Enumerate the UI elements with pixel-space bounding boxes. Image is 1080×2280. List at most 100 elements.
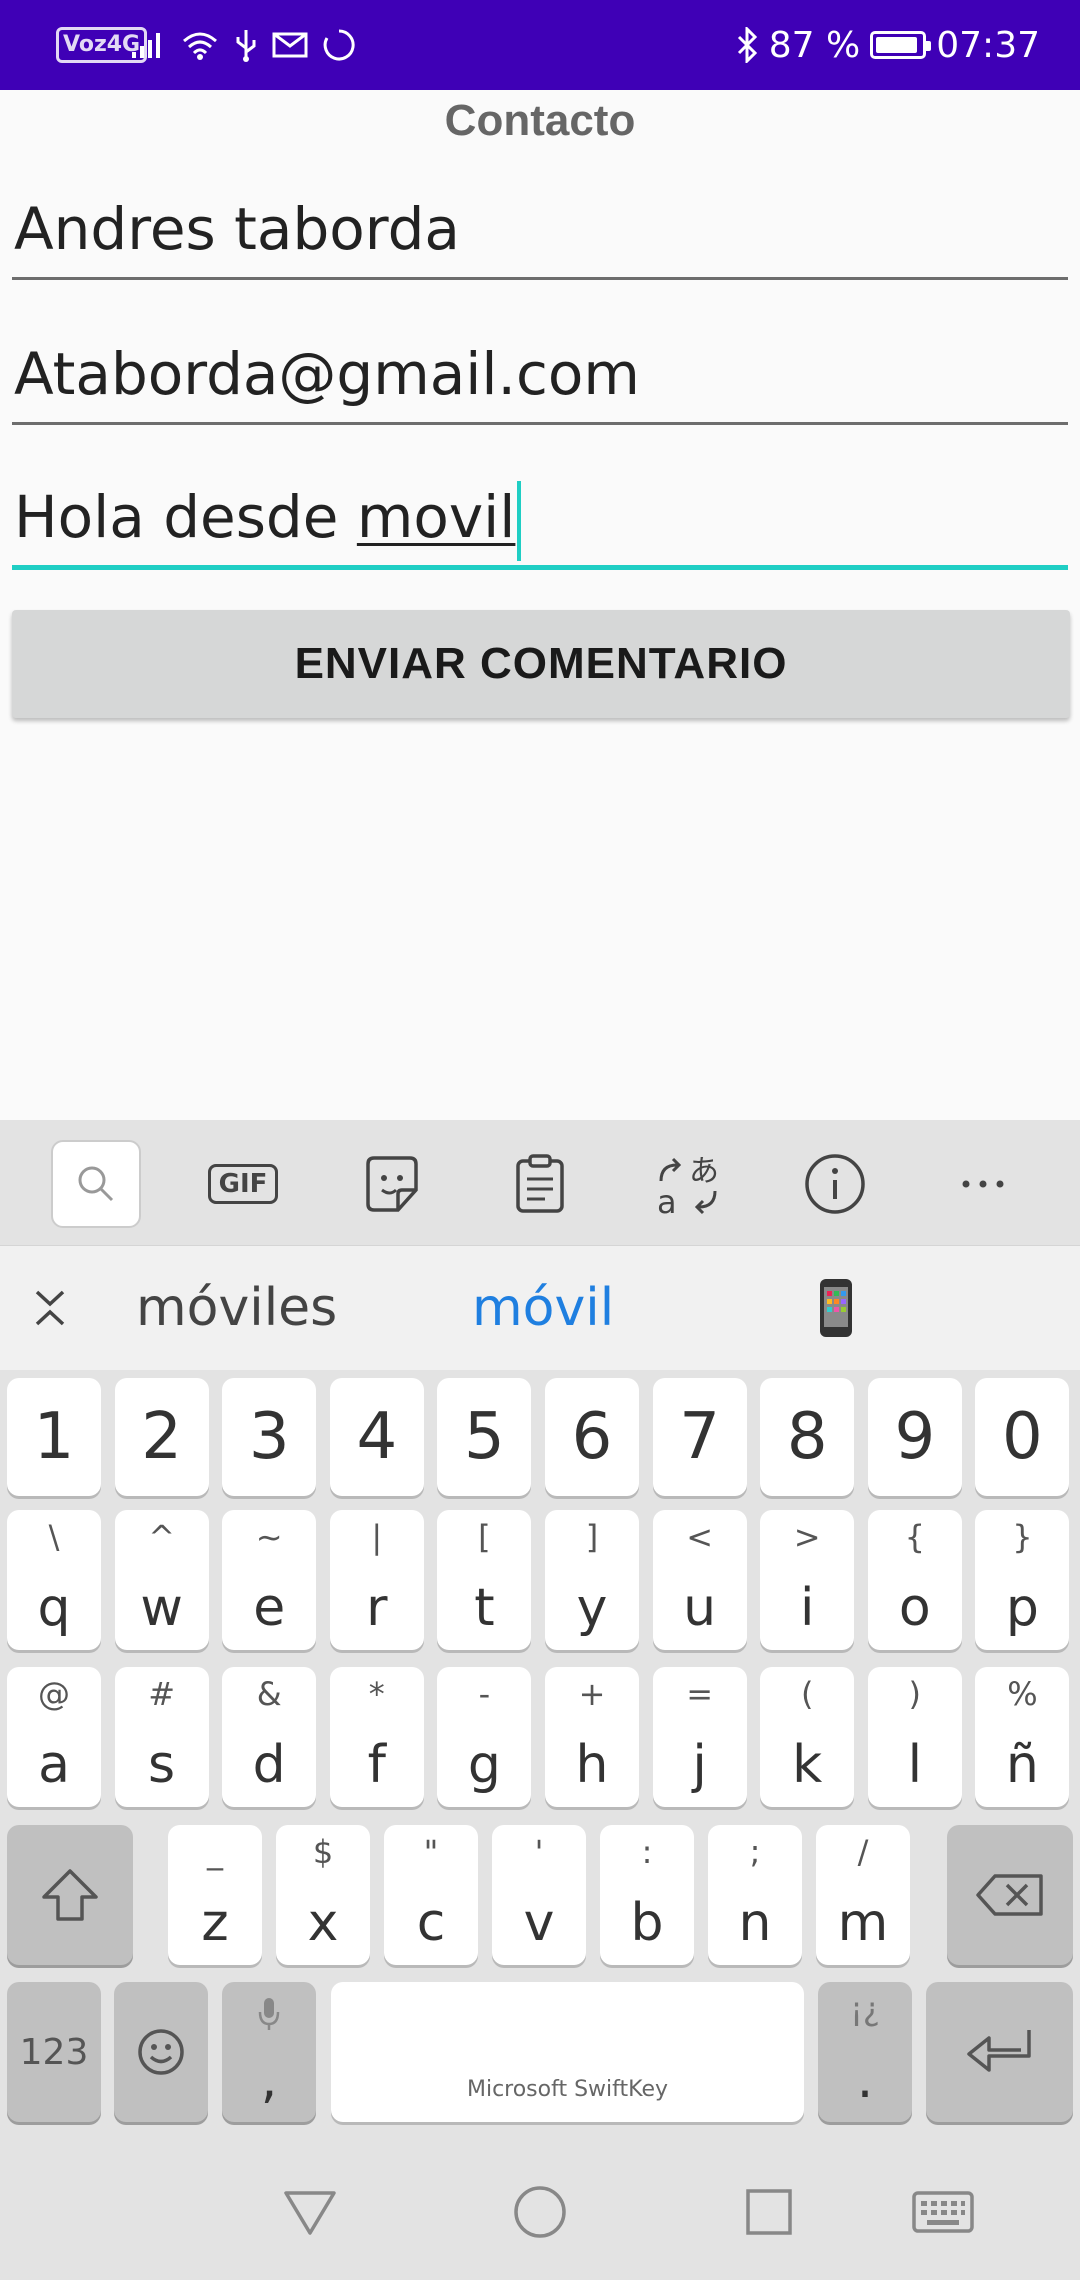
home-icon[interactable] xyxy=(500,2177,580,2247)
suggestion-item-primary[interactable]: móvil xyxy=(472,1246,614,1370)
key-z[interactable]: _ z xyxy=(168,1825,262,1965)
info-icon[interactable] xyxy=(790,1140,880,1228)
key-j[interactable]: = j xyxy=(652,1667,747,1807)
key-label: r xyxy=(366,1578,388,1638)
name-field[interactable]: Andres taborda xyxy=(12,170,1068,280)
suggestion-item[interactable]: móviles xyxy=(136,1246,337,1370)
key-6[interactable]: 6 xyxy=(545,1378,639,1496)
key-u[interactable]: < u xyxy=(652,1510,747,1650)
keyboard-switch-icon[interactable] xyxy=(903,2177,983,2247)
key-label: a xyxy=(38,1735,70,1795)
comma-key[interactable]: , xyxy=(222,1982,316,2122)
clipboard-icon[interactable] xyxy=(495,1140,585,1228)
key-p[interactable]: } p xyxy=(975,1510,1070,1650)
key-t[interactable]: [t xyxy=(437,1510,532,1650)
key-l[interactable]: ) l xyxy=(867,1667,962,1807)
suggestion-emoji[interactable] xyxy=(818,1246,854,1370)
sticker-icon[interactable] xyxy=(347,1140,437,1228)
key-label: 5 xyxy=(464,1400,505,1474)
key-secondary-label: ) xyxy=(908,1675,922,1713)
key-label: 1 xyxy=(33,1400,75,1474)
key-secondary-label: _ xyxy=(207,1833,223,1871)
numbers-key-label: 123 xyxy=(19,2031,89,2073)
key-7[interactable]: 7 xyxy=(652,1378,747,1496)
key-secondary-label: @ xyxy=(38,1675,70,1713)
more-icon[interactable] xyxy=(938,1140,1028,1228)
key-x[interactable]: $ x xyxy=(276,1825,370,1965)
key-c[interactable]: " c xyxy=(384,1825,478,1965)
email-field[interactable]: Ataborda@gmail.com xyxy=(12,315,1068,425)
key-5[interactable]: 5 xyxy=(437,1378,532,1496)
key-secondary-label: / xyxy=(857,1833,869,1871)
translate-icon[interactable]: あa xyxy=(643,1140,733,1228)
key-secondary-label: = xyxy=(686,1675,713,1713)
key-m[interactable]: / m xyxy=(816,1825,910,1965)
key-o[interactable]: {o xyxy=(867,1510,962,1650)
status-bar: Voz4G 87 % 07:37 xyxy=(0,0,1080,90)
period-key[interactable]: ¡¿ . xyxy=(818,1982,912,2122)
clock: 07:37 xyxy=(936,24,1040,66)
key-q[interactable]: \ q xyxy=(7,1510,101,1650)
key-i[interactable]: > i xyxy=(760,1510,855,1650)
gif-icon[interactable]: GIF xyxy=(198,1140,288,1228)
period-key-label: . xyxy=(856,2050,874,2110)
key-2[interactable]: 2 xyxy=(114,1378,209,1496)
key-a[interactable]: @ a xyxy=(7,1667,101,1807)
key-e[interactable]: ~ e xyxy=(222,1510,317,1650)
key-0[interactable]: 0 xyxy=(975,1378,1070,1496)
collapse-suggestions-icon[interactable] xyxy=(24,1246,76,1370)
key-h[interactable]: + h xyxy=(545,1667,639,1807)
key-secondary-label: ^ xyxy=(148,1518,175,1556)
gif-label: GIF xyxy=(207,1164,279,1204)
key-9[interactable]: 9 xyxy=(867,1378,962,1496)
recents-icon[interactable] xyxy=(729,2177,809,2247)
key-label: 9 xyxy=(894,1400,936,1474)
key-label: d xyxy=(252,1735,286,1795)
send-comment-button[interactable]: ENVIAR COMENTARIO xyxy=(12,610,1070,718)
key-3[interactable]: 3 xyxy=(222,1378,317,1496)
key-label: i xyxy=(799,1578,815,1638)
key-g[interactable]: -g xyxy=(437,1667,532,1807)
key-label: m xyxy=(837,1893,889,1953)
key-label: 3 xyxy=(248,1400,290,1474)
key-y[interactable]: ] y xyxy=(545,1510,639,1650)
key-r[interactable]: | r xyxy=(329,1510,424,1650)
mail-icon xyxy=(272,32,308,58)
key-v[interactable]: ' v xyxy=(492,1825,586,1965)
shift-key[interactable] xyxy=(7,1825,133,1965)
key-ñ[interactable]: % ñ xyxy=(975,1667,1070,1807)
key-4[interactable]: 4 xyxy=(329,1378,424,1496)
key-8[interactable]: 8 xyxy=(760,1378,855,1496)
status-right: 87 % 07:37 xyxy=(735,0,1040,90)
key-k[interactable]: (k xyxy=(760,1667,855,1807)
key-f[interactable]: * f xyxy=(329,1667,424,1807)
key-label: j xyxy=(692,1735,707,1795)
key-label: h xyxy=(575,1735,609,1795)
key-d[interactable]: & d xyxy=(222,1667,317,1807)
back-icon[interactable] xyxy=(270,2177,350,2247)
name-field-value: Andres taborda xyxy=(14,195,460,263)
key-secondary-label: % xyxy=(1007,1675,1038,1713)
key-secondary-label: < xyxy=(686,1518,713,1556)
space-key-label: Microsoft SwiftKey xyxy=(466,2077,669,2102)
key-secondary-label: & xyxy=(256,1675,282,1713)
enter-key[interactable] xyxy=(926,1982,1073,2122)
numbers-key[interactable]: 123 xyxy=(7,1982,101,2122)
usb-icon xyxy=(236,30,256,62)
key-label: k xyxy=(792,1735,823,1795)
key-s[interactable]: # s xyxy=(114,1667,209,1807)
emoji-key[interactable] xyxy=(114,1982,208,2122)
backspace-key[interactable] xyxy=(947,1825,1073,1965)
key-b[interactable]: :b xyxy=(600,1825,694,1965)
key-1[interactable]: 1 xyxy=(7,1378,101,1496)
mobile-phone-icon xyxy=(820,1279,852,1337)
space-key[interactable]: Microsoft SwiftKey xyxy=(331,1982,804,2122)
message-field[interactable]: Hola desde movil xyxy=(12,460,1068,570)
key-label: e xyxy=(253,1578,286,1638)
page-title: Contacto xyxy=(444,96,636,145)
search-icon[interactable] xyxy=(51,1140,141,1228)
key-w[interactable]: ^ w xyxy=(114,1510,209,1650)
period-key-secondary: ¡¿ xyxy=(850,1990,880,2028)
key-n[interactable]: ; n xyxy=(708,1825,802,1965)
battery-percent: 87 % xyxy=(768,24,861,66)
